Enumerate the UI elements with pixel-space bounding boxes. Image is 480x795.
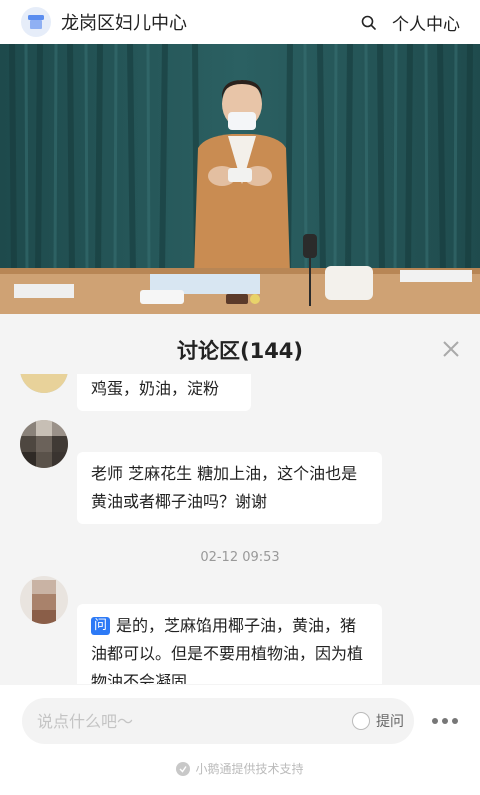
tech-support-footer: 小鹅通提供技术支持 — [0, 760, 480, 777]
avatar — [20, 576, 68, 624]
message-bubble: 老师 芝麻花生 糖加上油，这个油也是黄油或者椰子油吗？谢谢 — [77, 452, 382, 524]
message-text: 老师 芝麻花生 糖加上油，这个油也是黄油或者椰子油吗？谢谢 — [91, 464, 358, 511]
dot-icon — [442, 718, 448, 724]
more-icon[interactable] — [432, 712, 458, 730]
dot-icon — [432, 718, 438, 724]
store-icon[interactable] — [21, 7, 51, 37]
xiaoetong-logo-icon — [176, 761, 191, 776]
message-list[interactable]: 鸡蛋，奶油，淀粉 老师 芝麻花生 糖加上油，这个油也是黄油或者椰子油吗？谢谢 0… — [0, 374, 480, 684]
avatar — [20, 420, 68, 468]
ask-question-toggle[interactable]: 提问 — [352, 711, 404, 731]
comment-box: 提问 — [22, 698, 414, 744]
top-bar: 龙岗区妇儿中心 个人中心 — [0, 0, 480, 44]
message-text: 鸡蛋，奶油，淀粉 — [91, 379, 220, 398]
dot-icon — [452, 718, 458, 724]
footer-text: 小鹅通提供技术支持 — [195, 762, 304, 776]
radio-icon[interactable] — [352, 712, 370, 730]
avatar — [20, 374, 68, 393]
message-bubble: 鸡蛋，奶油，淀粉 — [77, 374, 251, 411]
comment-input[interactable] — [37, 711, 352, 731]
live-video[interactable] — [0, 44, 480, 314]
close-icon[interactable] — [440, 338, 462, 360]
question-tag: 问 — [91, 617, 111, 635]
search-icon[interactable] — [358, 12, 378, 32]
message-timestamp: 02-12 09:53 — [200, 550, 280, 565]
input-bar: 提问 小鹅通提供技术支持 — [0, 685, 480, 795]
page-title: 龙岗区妇儿中心 — [61, 13, 187, 34]
ask-label: 提问 — [376, 714, 404, 730]
message-text: 是的，芝麻馅用椰子油，黄油，猪油都可以。但是不要用植物油，因为植物油不会凝固 — [91, 616, 364, 684]
personal-center-link[interactable]: 个人中心 — [392, 10, 460, 35]
message-bubble: 问是的，芝麻馅用椰子油，黄油，猪油都可以。但是不要用植物油，因为植物油不会凝固 — [77, 604, 382, 684]
